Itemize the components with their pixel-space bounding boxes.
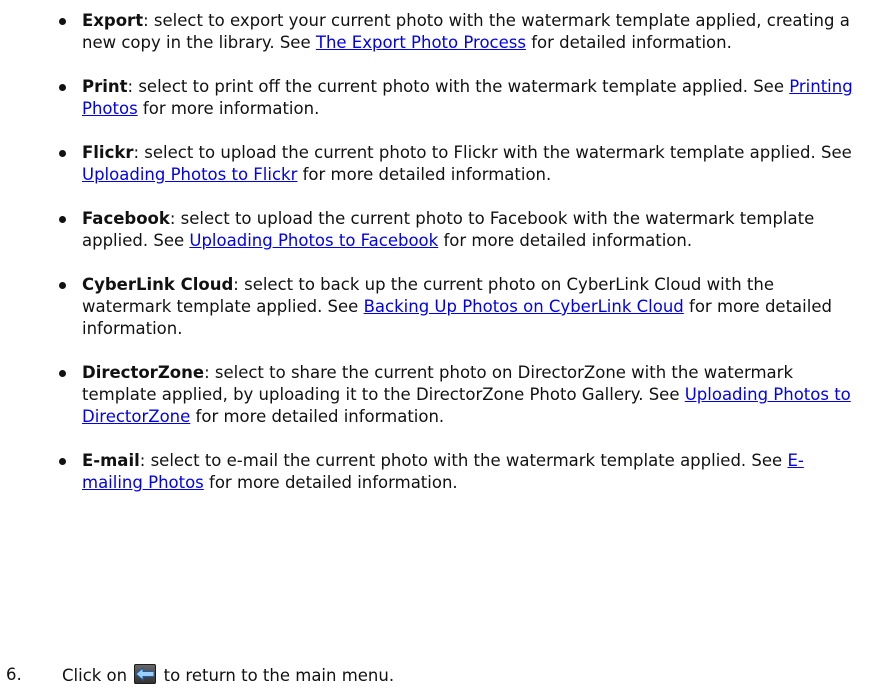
link-export-photo-process[interactable]: The Export Photo Process [316,33,526,52]
step-number: 6. [6,665,22,684]
item-term: CyberLink Cloud [82,275,234,294]
link-uploading-photos-facebook[interactable]: Uploading Photos to Facebook [189,231,438,250]
step-text-end: to return to the main menu. [158,666,395,685]
item-description-end: for more detailed information. [190,407,445,426]
bullet-icon [59,150,66,157]
bullet-icon [59,458,66,465]
item-description: : select to e-mail the current photo wit… [139,451,788,470]
bullet-icon [59,18,66,25]
share-options-list: Export: select to export your current ph… [0,0,878,494]
item-term: Export [82,11,144,30]
bullet-icon [59,370,66,377]
item-description-end: for more detailed information. [203,473,458,492]
back-arrow-icon [134,664,157,684]
step-6: 6. Click on to return to the main menu. [0,664,878,686]
list-item-cyberlink-cloud: CyberLink Cloud: select to back up the c… [0,274,878,340]
item-description-end: for more information. [137,99,320,118]
list-item-facebook: Facebook: select to upload the current p… [0,208,878,252]
bullet-icon [59,216,66,223]
step-text-start: Click on [62,666,133,685]
item-term: Facebook [82,209,170,228]
item-description-end: for more detailed information. [438,231,693,250]
item-term: Print [82,77,128,96]
item-term: E-mail [82,451,140,470]
list-item-directorzone: DirectorZone: select to share the curren… [0,362,878,428]
list-item-print: Print: select to print off the current p… [0,76,878,120]
step-text: Click on to return to the main menu. [62,664,394,687]
link-uploading-photos-flickr[interactable]: Uploading Photos to Flickr [82,165,297,184]
item-term: DirectorZone [82,363,205,382]
item-description-end: for detailed information. [525,33,732,52]
document: Export: select to export your current ph… [0,0,878,516]
link-backing-up-photos-cloud[interactable]: Backing Up Photos on CyberLink Cloud [364,297,684,316]
item-term: Flickr [82,143,134,162]
list-item-export: Export: select to export your current ph… [0,0,878,54]
item-description: : select to print off the current photo … [127,77,790,96]
item-description-end: for more detailed information. [297,165,552,184]
bullet-icon [59,84,66,91]
list-item-flickr: Flickr: select to upload the current pho… [0,142,878,186]
item-description: : select to upload the current photo to … [133,143,852,162]
bullet-icon [59,282,66,289]
list-item-email: E-mail: select to e-mail the current pho… [0,450,878,494]
